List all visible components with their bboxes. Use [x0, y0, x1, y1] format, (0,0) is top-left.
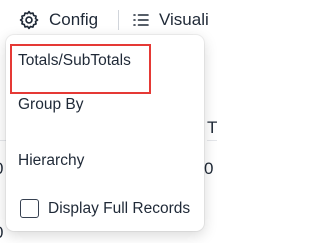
background-cell-fragment: 0 [0, 223, 3, 243]
background-header-fragment: T [207, 118, 218, 137]
display-full-records-checkbox[interactable] [20, 199, 39, 218]
menu-item-group-by[interactable]: Group By [6, 86, 204, 124]
menu-item-label: Hierarchy [18, 152, 85, 169]
menu-item-hierarchy[interactable]: Hierarchy [6, 142, 204, 180]
visualize-label: Visuali [159, 10, 209, 29]
background-cell-fragment: 0 [204, 159, 214, 178]
background-cell-fragment: 0 [0, 159, 3, 179]
config-dropdown-menu: Totals/SubTotals Group By Hierarchy Disp… [6, 35, 204, 231]
toolbar: Config Visuali [0, 0, 214, 40]
menu-item-label: Display Full Records [48, 200, 191, 217]
menu-item-display-full-records[interactable]: Display Full Records [6, 190, 204, 228]
config-label: Config [49, 10, 99, 29]
menu-item-totals-subtotals[interactable]: Totals/SubTotals [6, 42, 204, 80]
config-button[interactable]: Config [18, 6, 98, 34]
gear-icon [18, 9, 40, 31]
toolbar-divider [118, 10, 119, 30]
menu-item-label: Totals/SubTotals [18, 52, 131, 69]
menu-item-label: Group By [18, 96, 84, 113]
visualize-button[interactable]: Visuali [132, 6, 209, 34]
list-icon [132, 11, 150, 29]
background-row-divider [207, 140, 217, 141]
